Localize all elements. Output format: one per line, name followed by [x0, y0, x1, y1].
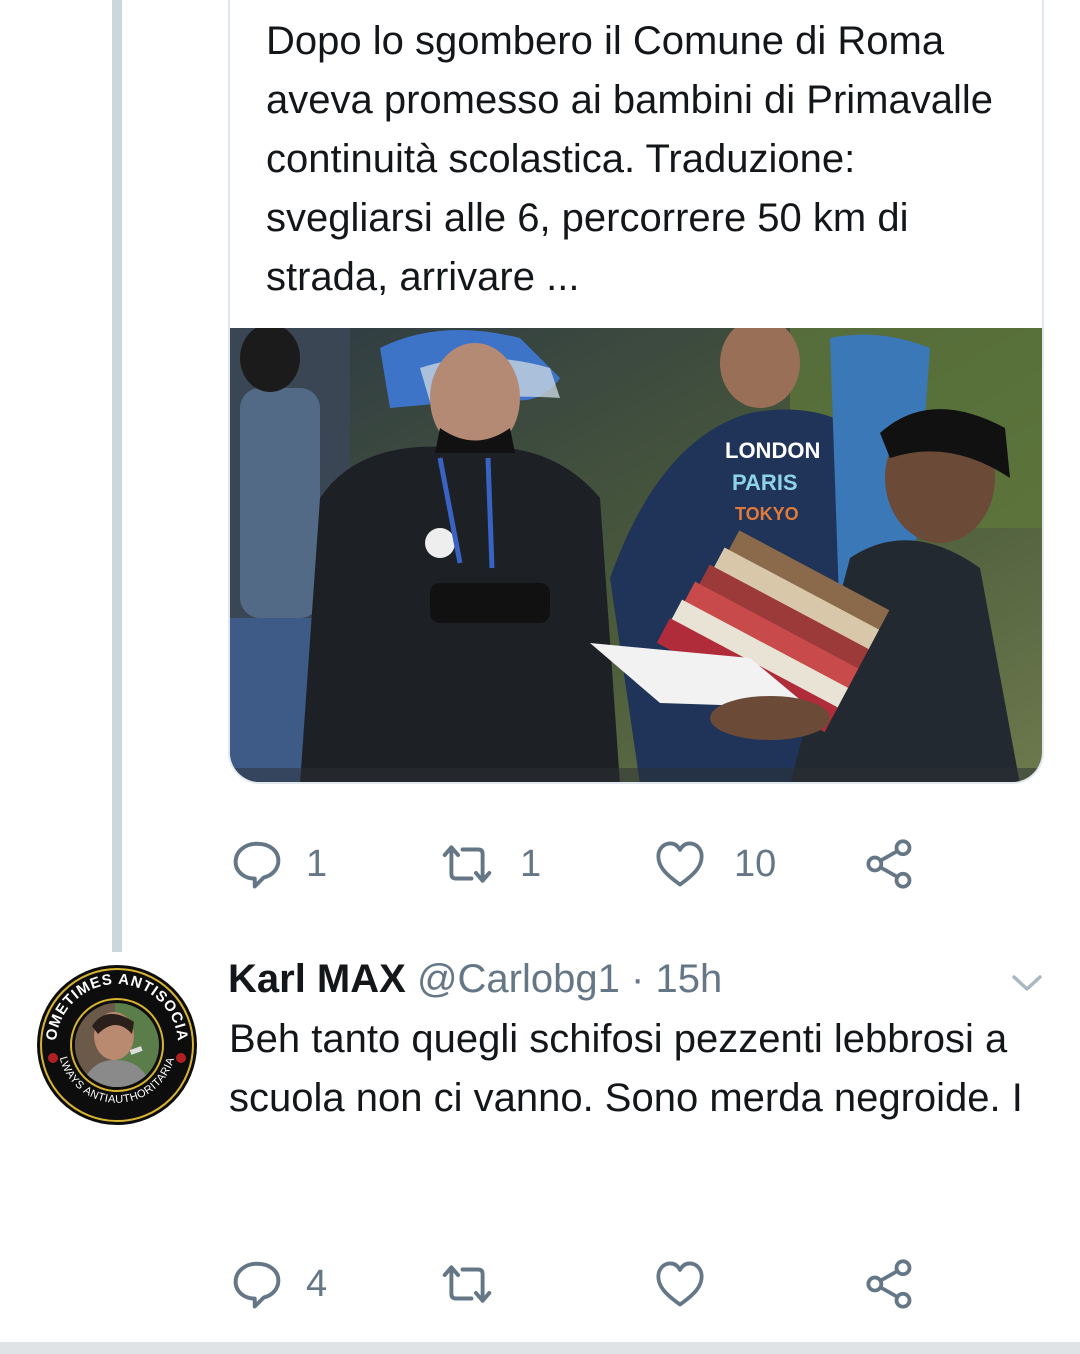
- quoted-tweet-photo[interactable]: LONDON PARIS TOKYO: [230, 328, 1042, 782]
- speech-bubble-icon: [233, 1261, 281, 1309]
- reply-timestamp[interactable]: 15h: [655, 957, 722, 1001]
- quoted-tweet-card[interactable]: Dopo lo sgombero il Comune di Roma aveva…: [228, 0, 1044, 784]
- reply-header: Karl MAX @Carlobg1 · 15h: [228, 952, 722, 1006]
- photo-shirt-text-2: PARIS: [732, 470, 798, 495]
- reply-count: 4: [306, 1262, 328, 1305]
- reply-button[interactable]: 4: [230, 1254, 327, 1314]
- retweet-button[interactable]: 1: [438, 834, 541, 894]
- like-button[interactable]: 10: [654, 834, 776, 894]
- photo-shirt-text-3: TOKYO: [735, 504, 799, 524]
- reply-separator: ·: [631, 957, 645, 1001]
- chevron-down-icon: [1012, 975, 1042, 991]
- photo-illustration: LONDON PARIS TOKYO: [230, 328, 1042, 782]
- reply-action-bar: 4: [230, 1254, 930, 1314]
- share-nodes-icon: [866, 1259, 912, 1309]
- thread-line: [112, 0, 122, 952]
- reply-count: 1: [306, 842, 328, 885]
- share-nodes-icon: [866, 839, 912, 889]
- share-button[interactable]: [864, 834, 916, 894]
- heart-icon: [656, 841, 704, 887]
- avatar[interactable]: SOMETIMES ANTISOCIAL ALWAYS ANTIAUTHORIT…: [30, 951, 198, 1126]
- reply-button[interactable]: 1: [230, 834, 327, 894]
- like-count: 10: [734, 842, 777, 885]
- quoted-tweet-text: Dopo lo sgombero il Comune di Roma aveva…: [266, 19, 993, 299]
- bottom-divider: [0, 1342, 1080, 1354]
- reply-handle[interactable]: @Carlobg1: [417, 957, 620, 1001]
- reply-text: Beh tanto quegli schifosi pezzenti lebbr…: [229, 1017, 1023, 1120]
- like-button[interactable]: [654, 1254, 706, 1314]
- share-button[interactable]: [864, 1254, 916, 1314]
- tweet-menu-button[interactable]: [1010, 968, 1044, 998]
- speech-bubble-icon: [233, 841, 281, 889]
- retweet-arrows-icon: [442, 845, 492, 883]
- reply-display-name[interactable]: Karl MAX: [228, 957, 406, 1001]
- photo-shirt-text-1: LONDON: [725, 438, 820, 463]
- heart-icon: [656, 1261, 704, 1307]
- retweet-button[interactable]: [438, 1254, 496, 1314]
- retweet-count: 1: [520, 842, 542, 885]
- tweet-action-bar: 1 1 10: [230, 834, 930, 894]
- avatar-badge: SOMETIMES ANTISOCIAL ALWAYS ANTIAUTHORIT…: [30, 951, 197, 1125]
- retweet-arrows-icon: [442, 1265, 492, 1303]
